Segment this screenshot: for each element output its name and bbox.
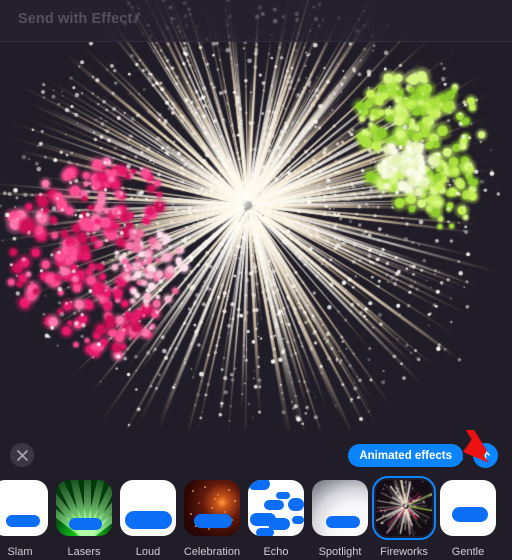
confetti-spark bbox=[198, 502, 200, 504]
confetti-spark bbox=[214, 498, 216, 500]
effect-label: Fireworks bbox=[380, 546, 428, 558]
effect-thumbnail-gentle bbox=[440, 480, 496, 536]
effect-thumbnail-wrap bbox=[308, 476, 372, 540]
bottom-toolbar: Animated effects Slam Lasers Loud Celebrati… bbox=[0, 430, 512, 560]
message-bubble bbox=[326, 516, 360, 528]
close-button[interactable] bbox=[10, 443, 34, 467]
confetti-spark bbox=[204, 486, 206, 488]
effect-thumbnail-wrap bbox=[116, 476, 180, 540]
effect-label: Echo bbox=[263, 546, 288, 558]
send-button[interactable] bbox=[473, 443, 498, 468]
confetti-spark bbox=[224, 511, 226, 513]
effect-thumbnail-wrap bbox=[244, 476, 308, 540]
effect-thumbnail-echo bbox=[248, 480, 304, 536]
effects-list[interactable]: Slam Lasers Loud Celebration Echo Spotlight Fi… bbox=[0, 476, 512, 560]
message-bubble bbox=[256, 528, 274, 536]
animated-effects-label: Animated effects bbox=[359, 450, 452, 462]
confetti-spark bbox=[211, 507, 213, 509]
effect-thumbnail-wrap bbox=[52, 476, 116, 540]
animated-effects-pill[interactable]: Animated effects bbox=[348, 444, 463, 467]
effect-thumbnail-wrap bbox=[372, 476, 436, 540]
effect-thumbnail-wrap bbox=[436, 476, 500, 540]
effect-item-lasers[interactable]: Lasers bbox=[52, 476, 116, 558]
message-bubble bbox=[288, 498, 304, 511]
effect-label: Loud bbox=[136, 546, 160, 558]
effect-thumbnail-lasers bbox=[56, 480, 112, 536]
effect-label: Slam bbox=[7, 546, 32, 558]
arrow-up-icon bbox=[479, 449, 492, 462]
send-with-effect-screen: Send with Effect Animated effects Slam La… bbox=[0, 0, 512, 560]
confetti-spark bbox=[190, 513, 192, 515]
message-bubble bbox=[125, 511, 172, 529]
message-bubble bbox=[194, 514, 232, 528]
message-bubble bbox=[69, 518, 102, 530]
page-title: Send with Effect bbox=[18, 11, 132, 27]
message-bubble bbox=[248, 480, 270, 490]
effect-label: Spotlight bbox=[319, 546, 362, 558]
message-bubble bbox=[452, 507, 488, 522]
effect-label: Celebration bbox=[184, 546, 240, 558]
effect-thumbnail-slam bbox=[0, 480, 48, 536]
fireworks-thumbnail-art bbox=[376, 480, 432, 536]
effect-thumbnail-wrap bbox=[0, 476, 52, 540]
effect-thumbnail-fireworks bbox=[376, 480, 432, 536]
confetti-spark bbox=[234, 500, 236, 502]
effect-label: Lasers bbox=[67, 546, 100, 558]
effect-preview[interactable] bbox=[0, 0, 512, 430]
effect-item-celebration[interactable]: Celebration bbox=[180, 476, 244, 558]
confetti-spark bbox=[228, 489, 230, 491]
message-bubble bbox=[292, 516, 304, 524]
pill-tail bbox=[458, 458, 468, 468]
message-bubble bbox=[264, 500, 284, 510]
confetti-spark bbox=[192, 490, 194, 492]
effect-item-slam[interactable]: Slam bbox=[0, 476, 52, 558]
effect-thumbnail-spotlight bbox=[312, 480, 368, 536]
effect-item-echo[interactable]: Echo bbox=[244, 476, 308, 558]
confetti-spark bbox=[208, 528, 210, 530]
effect-thumbnail-loud bbox=[120, 480, 176, 536]
message-bubble bbox=[276, 492, 290, 499]
confetti-spark bbox=[217, 494, 219, 496]
effect-item-loud[interactable]: Loud bbox=[116, 476, 180, 558]
effect-item-fireworks[interactable]: Fireworks bbox=[372, 476, 436, 558]
close-icon bbox=[17, 450, 28, 461]
effect-thumbnail-celebration bbox=[184, 480, 240, 536]
fireworks-animation-canvas bbox=[0, 0, 512, 430]
effect-item-spotlight[interactable]: Spotlight bbox=[308, 476, 372, 558]
effect-thumbnail-wrap bbox=[180, 476, 244, 540]
message-bubble bbox=[6, 515, 40, 527]
effect-label: Gentle bbox=[452, 546, 484, 558]
effect-item-gentle[interactable]: Gentle bbox=[436, 476, 500, 558]
